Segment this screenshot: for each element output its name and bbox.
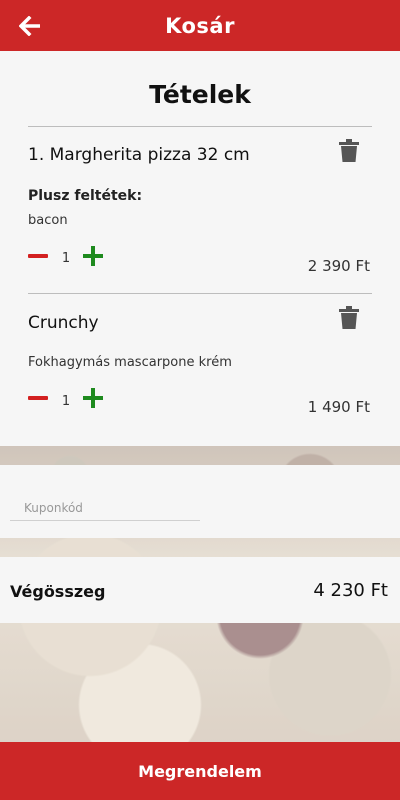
item-price: 2 390 Ft <box>307 257 370 275</box>
increase-quantity-button[interactable] <box>82 245 104 267</box>
decrease-quantity-button[interactable] <box>28 246 48 266</box>
cart-items-card <box>0 51 400 446</box>
extras-label: Plusz feltétek: <box>28 188 143 204</box>
divider <box>28 293 372 294</box>
quantity-value: 1 <box>61 394 71 409</box>
trash-icon <box>339 306 359 329</box>
item-price: 1 490 Ft <box>307 398 370 416</box>
delete-item-button[interactable] <box>338 306 360 330</box>
page-title: Kosár <box>165 13 235 38</box>
total-card: Végösszeg 4 230 Ft <box>0 557 400 623</box>
back-button[interactable] <box>16 12 44 40</box>
minus-icon <box>28 254 48 258</box>
cart-item-name: 1. Margherita pizza 32 cm <box>28 145 250 165</box>
minus-icon <box>28 396 48 400</box>
decrease-quantity-button[interactable] <box>28 388 48 408</box>
coupon-card <box>0 465 400 538</box>
trash-icon <box>339 139 359 162</box>
coupon-code-input[interactable] <box>10 495 200 521</box>
app-header: Kosár <box>0 0 400 51</box>
cart-item-name: Crunchy <box>28 313 99 333</box>
quantity-value: 1 <box>61 251 71 266</box>
delete-item-button[interactable] <box>338 139 360 163</box>
place-order-button[interactable]: Megrendelem <box>0 742 400 800</box>
items-heading: Tételek <box>149 80 251 109</box>
arrow-left-icon <box>19 16 40 36</box>
total-value: 4 230 Ft <box>313 580 388 601</box>
extras-text: bacon <box>28 213 68 228</box>
increase-quantity-button[interactable] <box>82 387 104 409</box>
divider <box>28 126 372 127</box>
extras-text: Fokhagymás mascarpone krém <box>28 355 232 370</box>
total-label: Végösszeg <box>10 582 106 601</box>
